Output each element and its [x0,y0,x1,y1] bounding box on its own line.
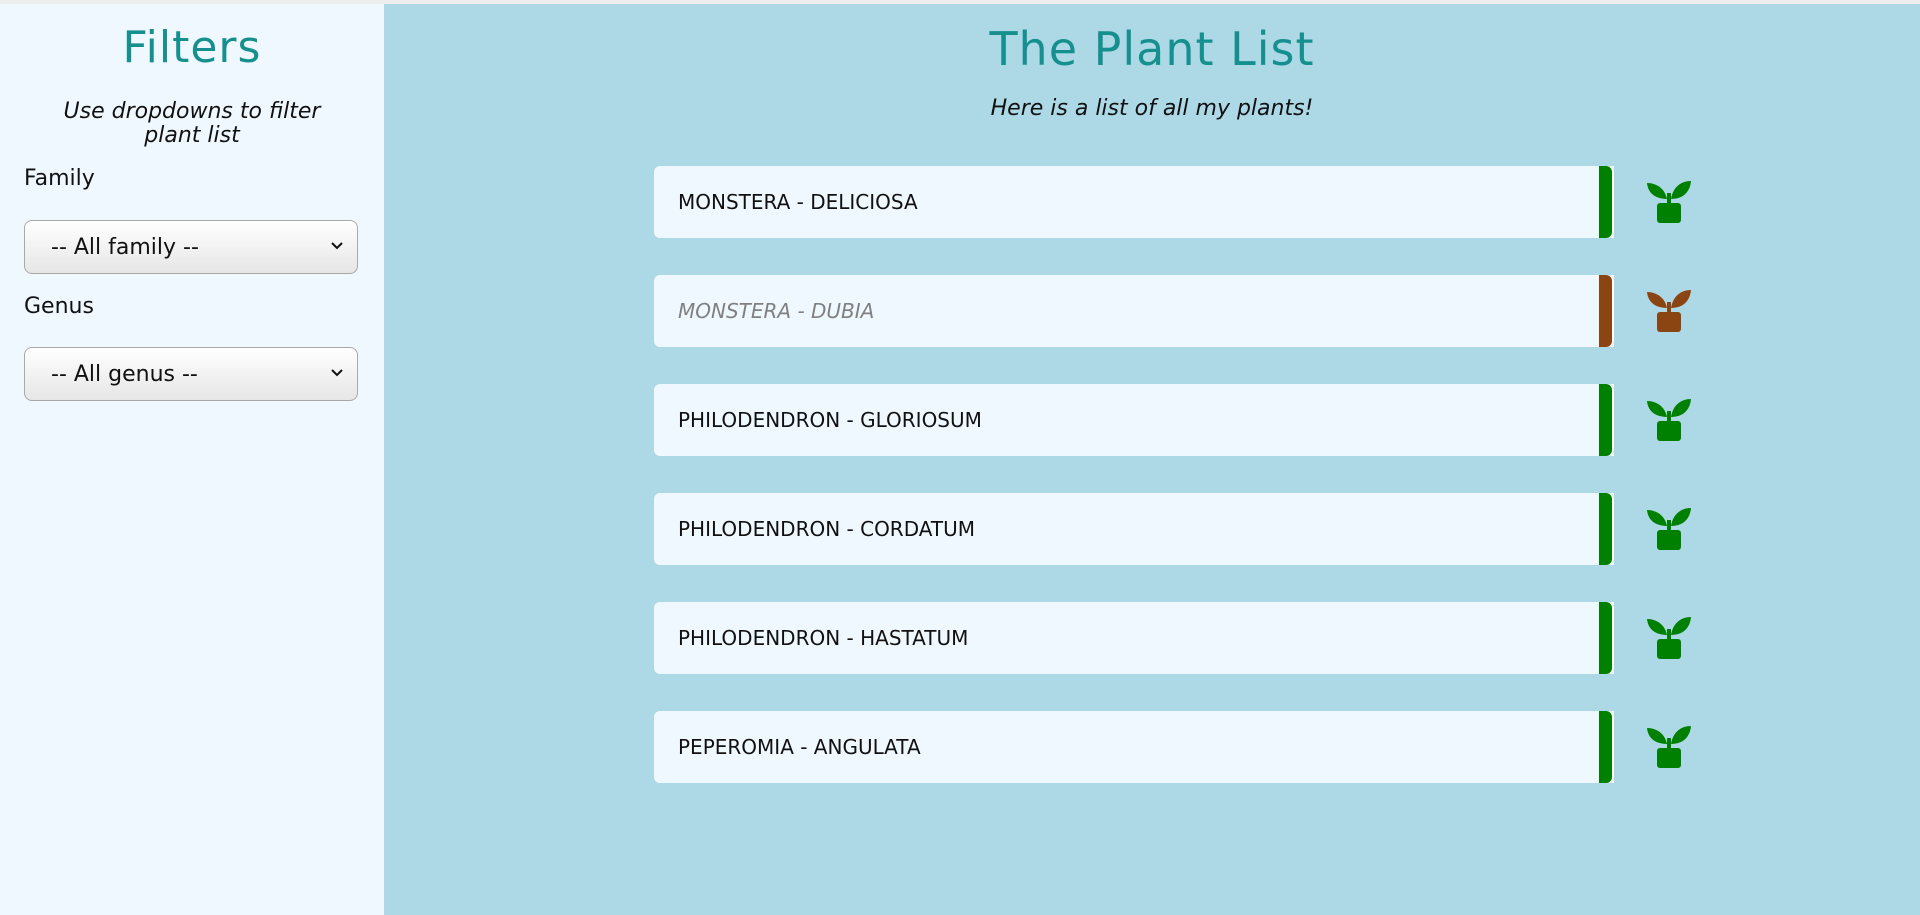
plant-item[interactable]: PHILODENDRON - CORDATUM [654,493,1691,567]
plant-name: PHILODENDRON - CORDATUM [654,493,1614,565]
plant-icon[interactable] [1647,720,1691,770]
plant-item[interactable]: MONSTERA - DUBIA [654,275,1691,349]
family-select[interactable]: -- All family -- [24,220,358,274]
family-select-value: -- All family -- [51,234,199,260]
status-strip [1599,275,1614,347]
plant-name: PEPEROMIA - ANGULATA [654,711,1614,783]
family-label: Family [24,166,95,191]
plant-item[interactable]: PHILODENDRON - GLORIOSUM [654,384,1691,458]
status-strip [1599,602,1614,674]
chevron-down-icon [331,369,343,377]
plant-icon[interactable] [1647,284,1691,334]
plant-name: PHILODENDRON - GLORIOSUM [654,384,1614,456]
page-subtitle: Here is a list of all my plants! [990,96,1314,121]
plant-icon[interactable] [1647,611,1691,661]
plant-item[interactable]: MONSTERA - DELICIOSA [654,166,1691,240]
genus-select[interactable]: -- All genus -- [24,347,358,401]
plant-icon[interactable] [1647,502,1691,552]
filters-subtitle: Use dropdowns to filter plant list [63,99,321,148]
plant-item[interactable]: PHILODENDRON - HASTATUM [654,602,1691,676]
page-title: The Plant List [989,22,1315,76]
status-strip [1599,493,1614,565]
filters-sidebar: Filters Use dropdowns to filter plant li… [0,4,384,915]
status-strip [1599,384,1614,456]
genus-select-value: -- All genus -- [51,361,198,387]
plant-name: MONSTERA - DUBIA [654,275,1614,347]
plant-icon[interactable] [1647,393,1691,443]
plant-name: MONSTERA - DELICIOSA [654,166,1614,238]
plant-item[interactable]: PEPEROMIA - ANGULATA [654,711,1691,785]
plant-name: PHILODENDRON - HASTATUM [654,602,1614,674]
genus-label: Genus [24,294,94,319]
plant-icon[interactable] [1647,175,1691,225]
plant-list-panel: The Plant List Here is a list of all my … [384,4,1920,915]
filters-title: Filters [122,22,262,73]
chevron-down-icon [331,242,343,250]
status-strip [1599,166,1614,238]
status-strip [1599,711,1614,783]
